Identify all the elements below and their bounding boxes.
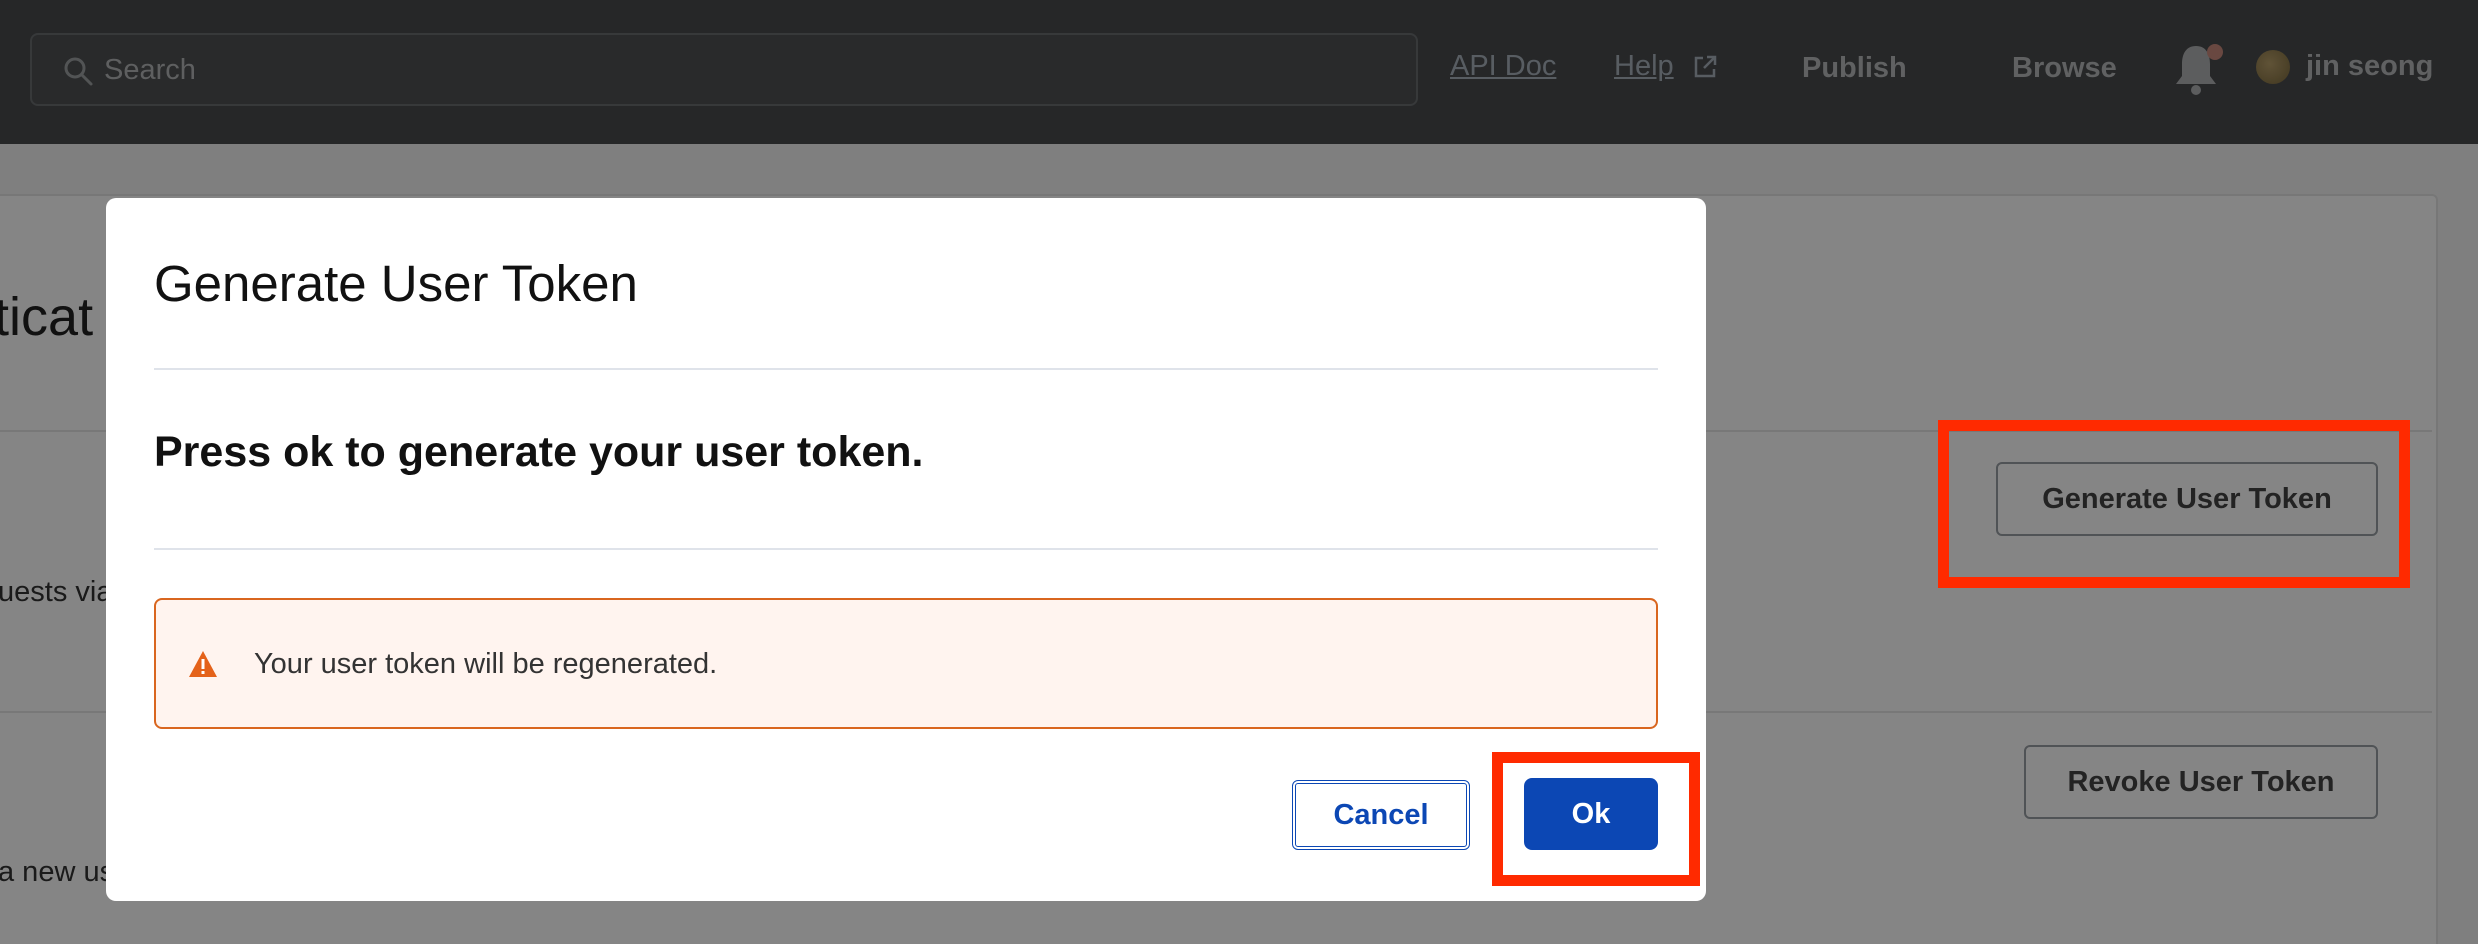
generate-token-dialog: Generate User Token Press ok to generate… xyxy=(106,198,1706,901)
highlight-box-ok xyxy=(1492,752,1700,886)
cancel-button[interactable]: Cancel xyxy=(1292,780,1470,850)
dialog-message: Press ok to generate your user token. xyxy=(154,428,924,476)
warning-alert: Your user token will be regenerated. xyxy=(154,598,1658,729)
divider xyxy=(154,548,1658,550)
highlight-box-generate-token xyxy=(1938,420,2410,588)
alert-text: Your user token will be regenerated. xyxy=(254,648,718,680)
divider xyxy=(154,368,1658,370)
dialog-title: Generate User Token xyxy=(154,255,638,312)
warning-icon xyxy=(189,651,217,677)
